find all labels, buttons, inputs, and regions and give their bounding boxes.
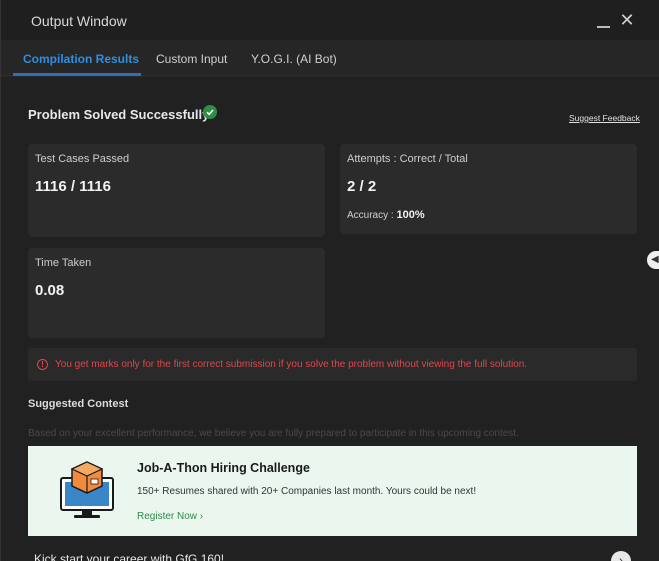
result-status: Problem Solved Successfully bbox=[28, 107, 210, 122]
close-icon: ✕ bbox=[619, 10, 635, 30]
accuracy-label: Accuracy : bbox=[347, 210, 394, 221]
minimize-button[interactable] bbox=[591, 8, 615, 32]
contest-description: Based on your excellent performance, we … bbox=[28, 428, 519, 439]
results-panel: Problem Solved Successfully Suggest Feed… bbox=[1, 77, 659, 561]
minimize-icon bbox=[597, 26, 610, 28]
time-taken-label: Time Taken bbox=[35, 257, 92, 269]
accuracy-value: 100% bbox=[396, 209, 425, 221]
titlebar: Output Window ✕ bbox=[1, 0, 659, 40]
test-cases-card: Test Cases Passed 1116 / 1116 bbox=[28, 144, 325, 237]
output-window: Output Window ✕ Compilation Results Cust… bbox=[0, 0, 659, 561]
warning-text: You get marks only for the first correct… bbox=[55, 359, 528, 370]
attempts-label: Attempts : Correct / Total bbox=[347, 153, 468, 165]
laptop-package-icon bbox=[60, 461, 114, 518]
marks-warning: ! You get marks only for the first corre… bbox=[28, 348, 637, 381]
suggested-contest-heading: Suggested Contest bbox=[28, 398, 129, 410]
active-tab-indicator bbox=[13, 73, 141, 76]
register-now-link[interactable]: Register Now › bbox=[137, 511, 203, 522]
window-title: Output Window bbox=[31, 13, 127, 29]
check-circle-icon bbox=[203, 105, 217, 119]
tab-compilation-results[interactable]: Compilation Results bbox=[23, 52, 139, 66]
contest-promo-card[interactable]: Job-A-Thon Hiring Challenge 150+ Resumes… bbox=[28, 446, 637, 536]
test-cases-value: 1116 / 1116 bbox=[35, 178, 111, 195]
promo-subtitle: 150+ Resumes shared with 20+ Companies l… bbox=[137, 486, 477, 497]
time-taken-value: 0.08 bbox=[35, 282, 65, 299]
attempts-value: 2 / 2 bbox=[347, 178, 377, 195]
tab-yogi-ai-bot[interactable]: Y.O.G.I. (AI Bot) bbox=[251, 52, 337, 66]
warning-icon: ! bbox=[37, 359, 48, 370]
tab-custom-input[interactable]: Custom Input bbox=[156, 52, 227, 66]
time-taken-card: Time Taken 0.08 bbox=[28, 248, 325, 338]
chevron-left-icon: ◀ bbox=[651, 254, 659, 265]
collapse-panel-handle[interactable]: ◀ bbox=[647, 251, 659, 269]
tab-bar: Compilation Results Custom Input Y.O.G.I… bbox=[1, 40, 659, 76]
accuracy-row: Accuracy : 100% bbox=[347, 209, 425, 221]
promo-title: Job-A-Thon Hiring Challenge bbox=[137, 461, 310, 475]
chevron-right-icon[interactable]: › bbox=[611, 551, 631, 561]
test-cases-label: Test Cases Passed bbox=[35, 153, 130, 165]
suggest-feedback-link[interactable]: Suggest Feedback bbox=[569, 113, 640, 123]
attempts-card: Attempts : Correct / Total 2 / 2 Accurac… bbox=[340, 144, 637, 234]
close-button[interactable]: ✕ bbox=[615, 8, 639, 32]
kickstart-banner-text[interactable]: Kick start your career with GfG 160! bbox=[34, 552, 224, 561]
